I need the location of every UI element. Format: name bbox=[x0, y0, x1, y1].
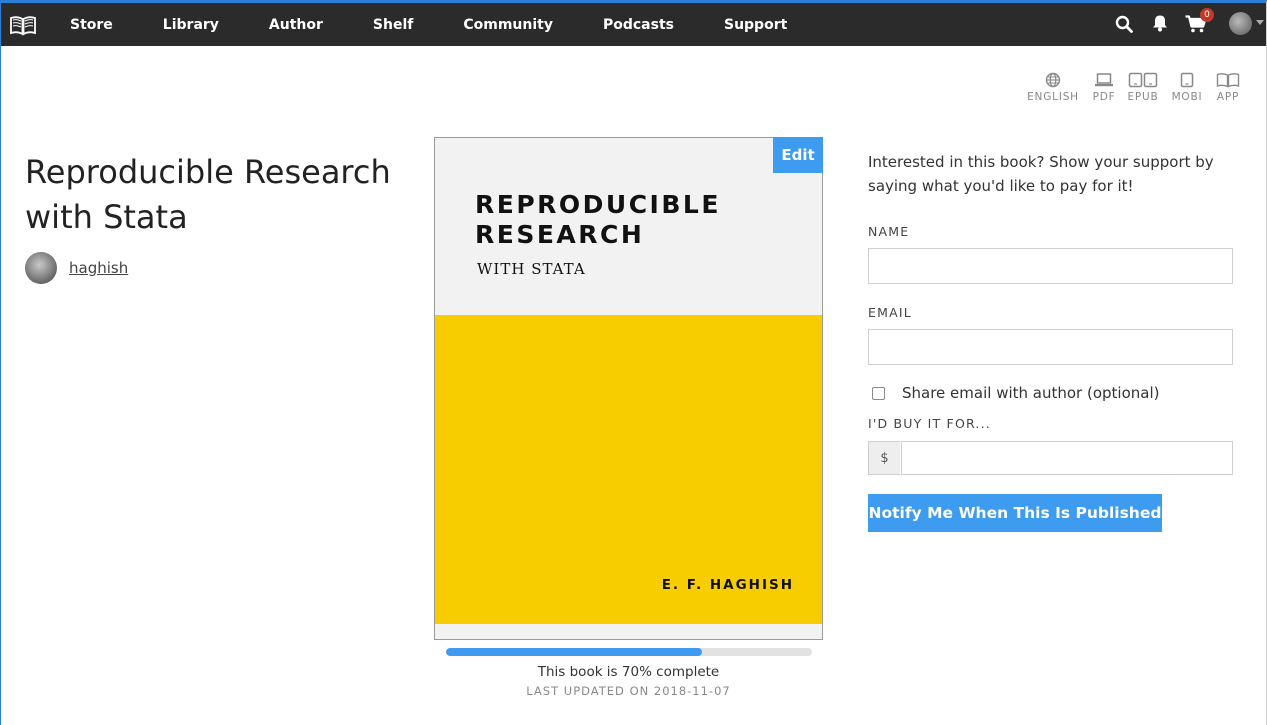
email-label: EMAIL bbox=[868, 305, 912, 320]
author-link[interactable]: haghish bbox=[69, 259, 128, 277]
format-label: APP bbox=[1216, 91, 1240, 103]
edit-button[interactable]: Edit bbox=[773, 137, 823, 173]
author-row: haghish bbox=[25, 252, 128, 284]
cover-title-line: RESEARCH bbox=[475, 220, 645, 249]
format-label: EPUB bbox=[1127, 91, 1159, 103]
price-input[interactable] bbox=[901, 441, 1233, 475]
progress-bar bbox=[446, 648, 812, 656]
format-label: MOBI bbox=[1171, 91, 1203, 103]
search-icon[interactable] bbox=[1115, 15, 1133, 37]
format-label: ENGLISH bbox=[1027, 91, 1079, 103]
book-title: Reproducible Research with Stata bbox=[25, 153, 391, 236]
cover-title-line: REPRODUCIBLE bbox=[475, 190, 721, 219]
open-book-icon bbox=[1213, 72, 1243, 88]
cover-subtitle: WITH STATA bbox=[477, 260, 586, 278]
bell-icon[interactable] bbox=[1152, 14, 1168, 36]
format-english[interactable]: ENGLISH bbox=[1026, 72, 1080, 103]
format-pdf[interactable]: PDF bbox=[1091, 72, 1117, 103]
progress-text: This book is 70% complete bbox=[537, 664, 720, 680]
nav-podcasts[interactable]: Podcasts bbox=[586, 17, 674, 33]
tablets-icon bbox=[1125, 72, 1161, 88]
format-app[interactable]: APP bbox=[1213, 72, 1243, 103]
cover-title: REPRODUCIBLE RESEARCH bbox=[475, 190, 721, 250]
share-email-label: Share email with author (optional) bbox=[902, 384, 1160, 402]
author-avatar[interactable] bbox=[25, 252, 57, 284]
top-navbar: Store Library Author Shelf Community Pod… bbox=[1, 3, 1266, 46]
nav-support[interactable]: Support bbox=[707, 17, 787, 33]
chevron-down-icon[interactable] bbox=[1256, 20, 1264, 25]
tablet-icon bbox=[1169, 72, 1205, 88]
format-mobi[interactable]: MOBI bbox=[1169, 72, 1205, 103]
name-field[interactable] bbox=[868, 248, 1233, 284]
format-label: PDF bbox=[1092, 91, 1116, 103]
laptop-icon bbox=[1091, 72, 1117, 88]
format-epub[interactable]: EPUB bbox=[1125, 72, 1161, 103]
email-field[interactable] bbox=[868, 329, 1233, 365]
nav-library[interactable]: Library bbox=[146, 17, 219, 33]
nav-shelf[interactable]: Shelf bbox=[356, 17, 413, 33]
notify-button[interactable]: Notify Me When This Is Published bbox=[868, 494, 1162, 532]
nav-store[interactable]: Store bbox=[53, 17, 113, 33]
share-email-checkbox[interactable] bbox=[872, 386, 885, 400]
format-list: ENGLISH PDF EPUB MOBI APP bbox=[1020, 72, 1245, 112]
main-nav: Store Library Author Shelf Community Pod… bbox=[53, 3, 820, 46]
user-avatar[interactable] bbox=[1229, 12, 1252, 35]
share-email-row: Share email with author (optional) bbox=[872, 384, 1159, 402]
currency-addon: $ bbox=[868, 441, 900, 475]
nav-community[interactable]: Community bbox=[446, 17, 553, 33]
name-label: NAME bbox=[868, 224, 910, 239]
support-intro: Interested in this book? Show your suppo… bbox=[868, 153, 1214, 195]
nav-author[interactable]: Author bbox=[252, 17, 323, 33]
progress-fill bbox=[446, 648, 703, 656]
open-book-icon[interactable] bbox=[9, 14, 37, 36]
last-updated: LAST UPDATED ON 2018-11-07 bbox=[526, 684, 731, 698]
cover-author: E. F. HAGHISH bbox=[661, 577, 794, 593]
cart-count-badge: 0 bbox=[1200, 8, 1214, 22]
price-label: I'D BUY IT FOR... bbox=[868, 416, 991, 431]
globe-icon bbox=[1026, 72, 1080, 88]
book-cover: REPRODUCIBLE RESEARCH WITH STATA E. F. H… bbox=[434, 137, 823, 640]
